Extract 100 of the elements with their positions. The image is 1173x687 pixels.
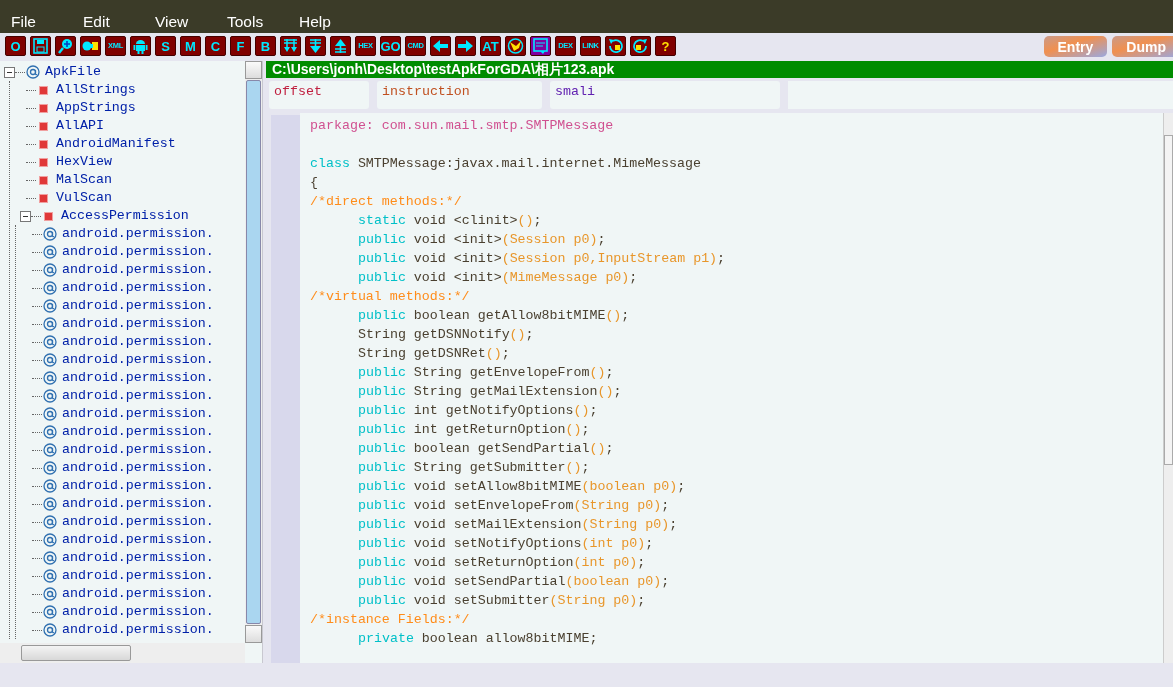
- tree-item[interactable]: ApkFile: [45, 63, 101, 81]
- code-line: static void <clinit>();: [358, 213, 542, 228]
- tree-item[interactable]: android.permission.: [62, 333, 214, 351]
- tree-item[interactable]: android.permission.: [62, 567, 214, 585]
- save-button[interactable]: [30, 36, 51, 56]
- tree-item[interactable]: android.permission.: [62, 405, 214, 423]
- tree-item[interactable]: android.permission.: [62, 369, 214, 387]
- at-sign-icon: [43, 587, 57, 601]
- tree-item[interactable]: AppStrings: [56, 99, 136, 117]
- tree-item[interactable]: android.permission.: [62, 441, 214, 459]
- tree-item[interactable]: AndroidManifest: [56, 135, 176, 153]
- collapse-toggle[interactable]: [4, 66, 15, 78]
- tree-item[interactable]: HexView: [56, 153, 112, 171]
- column-header[interactable]: offset: [269, 81, 369, 109]
- tree-item[interactable]: android.permission.: [62, 351, 214, 369]
- tree-item[interactable]: android.permission.: [62, 423, 214, 441]
- up-arrow-button[interactable]: [330, 36, 351, 56]
- column-header[interactable]: smali: [550, 81, 780, 109]
- at-sign-icon: [43, 533, 57, 547]
- toolbar-button[interactable]: S: [155, 36, 176, 56]
- code-line: {: [310, 175, 318, 190]
- toolbar-button[interactable]: GO: [380, 36, 401, 56]
- document-button[interactable]: [530, 36, 551, 56]
- tree-item[interactable]: android.permission.: [62, 459, 214, 477]
- code-line: public void <init>(Session p0);: [358, 232, 606, 247]
- tree-item[interactable]: android.permission.: [62, 549, 214, 567]
- tree-item[interactable]: AccessPermission: [61, 207, 189, 225]
- tree-item[interactable]: AllAPI: [56, 117, 104, 135]
- file-path-bar: C:\Users\jonh\Desktop\testApkForGDA\相片123.apk: [266, 61, 1173, 78]
- node-icon: [39, 175, 48, 185]
- at-sign-icon: [43, 623, 57, 637]
- at-sign-icon: [43, 461, 57, 475]
- tree-item[interactable]: android.permission.: [62, 225, 214, 243]
- tree-item[interactable]: android.permission.: [62, 261, 214, 279]
- android-button[interactable]: [130, 36, 151, 56]
- tree-item[interactable]: android.permission.: [62, 279, 214, 297]
- menu-item[interactable]: Tools: [227, 10, 299, 33]
- tree-item[interactable]: android.permission.: [62, 531, 214, 549]
- double-down-arrow-button[interactable]: [280, 36, 301, 56]
- code-line: public void setNotifyOptions(int p0);: [358, 536, 654, 551]
- column-header[interactable]: instruction: [377, 81, 542, 109]
- down-arrow-button[interactable]: [305, 36, 326, 56]
- tree-item[interactable]: android.permission.: [62, 315, 214, 333]
- tree-item[interactable]: MalScan: [56, 171, 112, 189]
- collapse-toggle[interactable]: [20, 210, 31, 222]
- tree-item[interactable]: android.permission.: [62, 387, 214, 405]
- bird-button[interactable]: [505, 36, 526, 56]
- code-line: public boolean getSendPartial();: [358, 441, 614, 456]
- tree-item[interactable]: VulScan: [56, 189, 112, 207]
- tree-item[interactable]: android.permission.: [62, 495, 214, 513]
- code-line: public void setAllow8bitMIME(boolean p0);: [358, 479, 686, 494]
- code-line: /*virtual methods:*/: [310, 289, 470, 304]
- tree-item[interactable]: android.permission.: [62, 243, 214, 261]
- code-line: private boolean allow8bitMIME;: [358, 631, 598, 646]
- tree-item[interactable]: android.permission.: [62, 477, 214, 495]
- code-line: public void <init>(MimeMessage p0);: [358, 270, 638, 285]
- at-sign-icon: [43, 371, 57, 385]
- toolbar-button[interactable]: AT: [480, 36, 501, 56]
- tree-item[interactable]: android.permission.: [62, 585, 214, 603]
- right-arrow-button[interactable]: [455, 36, 476, 56]
- code-line: public String getMailExtension();: [358, 384, 622, 399]
- vertical-scrollbar[interactable]: [1163, 113, 1173, 663]
- menu-item[interactable]: Help: [299, 10, 371, 33]
- toolbar-button[interactable]: C: [205, 36, 226, 56]
- undo-button[interactable]: [630, 36, 651, 56]
- at-sign-icon: [43, 227, 57, 241]
- toolbar-button[interactable]: F: [230, 36, 251, 56]
- toolbar-button[interactable]: O: [5, 36, 26, 56]
- refresh-button[interactable]: [605, 36, 626, 56]
- at-sign-icon: [43, 317, 57, 331]
- toolbar-button[interactable]: B: [255, 36, 276, 56]
- zoom-in-button[interactable]: [55, 36, 76, 56]
- at-sign-icon: [43, 551, 57, 565]
- menu-item[interactable]: View: [155, 10, 227, 33]
- at-sign-icon: [43, 335, 57, 349]
- at-sign-icon: [43, 263, 57, 277]
- toggle-button[interactable]: [80, 36, 101, 56]
- tree-item[interactable]: android.permission.: [62, 621, 214, 639]
- code-line: public String getSubmitter();: [358, 460, 590, 475]
- vertical-scrollbar[interactable]: [245, 61, 262, 643]
- at-sign-icon: [43, 497, 57, 511]
- at-sign-icon: [43, 281, 57, 295]
- at-sign-icon: [43, 425, 57, 439]
- tree-item[interactable]: android.permission.: [62, 603, 214, 621]
- left-arrow-button[interactable]: [430, 36, 451, 56]
- menu-item[interactable]: File: [11, 10, 83, 33]
- at-sign-icon: [43, 479, 57, 493]
- help-button[interactable]: ?: [655, 36, 676, 56]
- toolbar-button[interactable]: M: [180, 36, 201, 56]
- code-line: class SMTPMessage:javax.mail.internet.MimeMessage: [310, 156, 701, 171]
- node-icon: [44, 211, 53, 221]
- menu-item[interactable]: Edit: [83, 10, 155, 33]
- at-sign-icon: [43, 353, 57, 367]
- tree-item[interactable]: android.permission.: [62, 513, 214, 531]
- horizontal-scrollbar[interactable]: [0, 643, 245, 663]
- node-icon: [39, 193, 48, 203]
- node-icon: [39, 139, 48, 149]
- tree-item[interactable]: AllStrings: [56, 81, 136, 99]
- code-line: public void setEnvelopeFrom(String p0);: [358, 498, 670, 513]
- tree-item[interactable]: android.permission.: [62, 297, 214, 315]
